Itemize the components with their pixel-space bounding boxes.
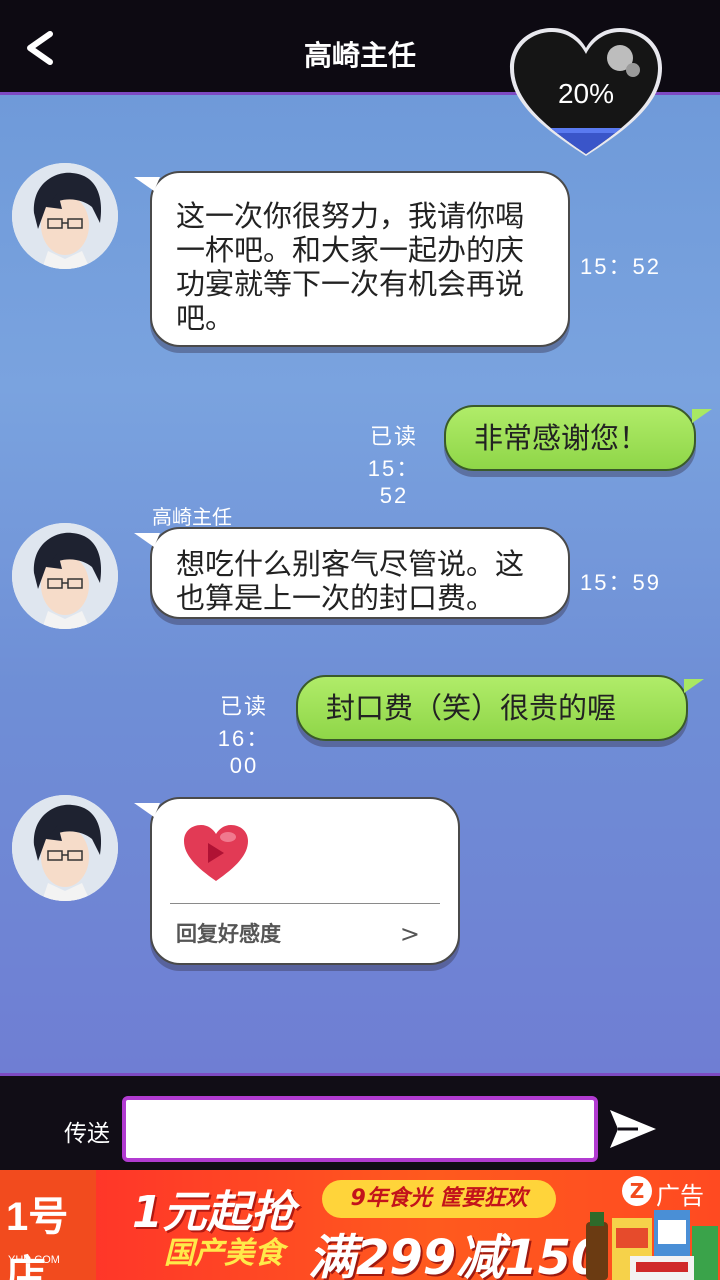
character-portrait-icon: [12, 523, 118, 629]
read-status: 已读: [219, 694, 268, 719]
message-text: 这一次你很努力，我请你喝 一杯吧。和大家一起办的庆 功宴就等下一次有机会再说 吧…: [176, 199, 525, 335]
ad-logo: 1号店 YHD.COM: [0, 1170, 96, 1280]
ad-pill: 9年食光 筐要狂欢: [322, 1180, 556, 1218]
sender-name: 高崎主任: [152, 505, 232, 529]
read-receipt: 已读 15：52: [354, 419, 434, 509]
card-divider: [170, 903, 440, 904]
send-label: 传送: [64, 1121, 110, 1147]
message-text: 想吃什么别客气尽管说。这 也算是上一次的封口费。: [176, 547, 525, 615]
read-status: 已读: [369, 424, 418, 449]
message-time: 16：00: [217, 726, 271, 778]
heart-play-icon: [184, 825, 248, 881]
message-text: 封口费（笑）很贵的喔: [326, 691, 617, 725]
ad-promo: 满299减150: [308, 1230, 605, 1280]
chat-area[interactable]: 这一次你很努力，我请你喝 一杯吧。和大家一起办的庆 功宴就等下一次有机会再说 吧…: [0, 95, 720, 1073]
chevron-right-icon[interactable]: >: [400, 917, 420, 951]
ad-logo-sub: YHD.COM: [8, 1254, 60, 1266]
avatar[interactable]: [12, 523, 118, 629]
card-label[interactable]: 回复好感度: [176, 917, 281, 951]
character-portrait-icon: [12, 795, 118, 901]
read-receipt: 已读 16：00: [204, 689, 284, 779]
message-time: 15：59: [580, 570, 661, 595]
affection-percent: 20%: [557, 78, 615, 109]
ad-subline: 国产美食: [164, 1236, 284, 1271]
avatar[interactable]: [12, 795, 118, 901]
outgoing-message-bubble[interactable]: 封口费（笑）很贵的喔: [296, 675, 704, 741]
ad-banner[interactable]: 1号店 YHD.COM 1元起抢 国产美食 9年食光 筐要狂欢 满299减150…: [0, 1170, 720, 1280]
send-icon[interactable]: [608, 1106, 658, 1152]
message-time: 15：52: [580, 254, 661, 279]
affection-heart-meter: 20%: [508, 28, 664, 160]
message-input-bar: 传送: [0, 1073, 720, 1170]
affection-card-bubble[interactable]: 回复好感度 >: [134, 797, 460, 965]
avatar[interactable]: [12, 163, 118, 269]
character-portrait-icon: [12, 163, 118, 269]
product-images-icon: [586, 1210, 718, 1280]
message-time: 15：52: [367, 456, 421, 508]
incoming-message-bubble[interactable]: 这一次你很努力，我请你喝 一杯吧。和大家一起办的庆 功宴就等下一次有机会再说 吧…: [134, 171, 570, 347]
incoming-message-bubble[interactable]: 想吃什么别客气尽管说。这 也算是上一次的封口费。: [134, 527, 570, 619]
message-input[interactable]: [122, 1096, 598, 1162]
outgoing-message-bubble[interactable]: 非常感谢您！: [444, 405, 712, 471]
message-text: 非常感谢您！: [474, 421, 649, 455]
